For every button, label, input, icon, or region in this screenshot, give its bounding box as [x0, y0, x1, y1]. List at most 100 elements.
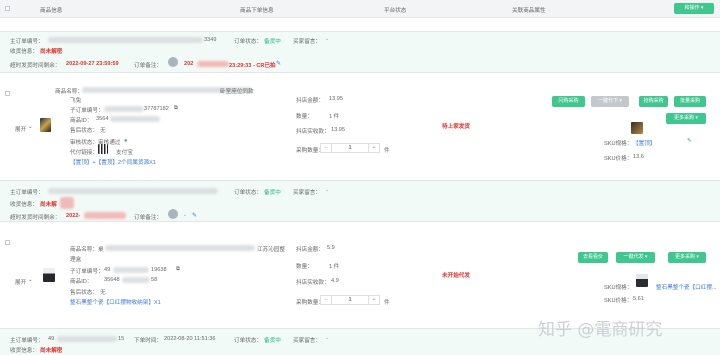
order-1-product-id-label: 商品ID：: [70, 118, 93, 124]
avatar: [168, 209, 178, 219]
sku-image: [636, 274, 648, 287]
order-1-sku-spec-label: SKU规格：: [604, 141, 633, 147]
order-1-expand-label[interactable]: 展开: [15, 125, 26, 133]
quantity-stepper[interactable]: − 1 +: [320, 295, 380, 305]
minus-icon[interactable]: −: [321, 144, 332, 152]
chevron-down-icon[interactable]: ⌄: [28, 277, 33, 283]
order-2-ship-status: 未开始代发: [442, 273, 470, 279]
header-platform-order: 商品下单信息: [240, 8, 274, 14]
plus-icon[interactable]: +: [368, 296, 379, 304]
order-1-buyer-message: -: [326, 37, 328, 43]
batch-purchase-button[interactable]: 批量采购: [674, 96, 706, 107]
header-product: 商品信息: [40, 8, 63, 14]
order-2-receipt-value: 尚未解: [40, 202, 57, 208]
info-icon: ●: [124, 138, 128, 144]
avatar: [168, 57, 178, 67]
edit-icon[interactable]: ✎: [687, 138, 692, 144]
view-price-button[interactable]: 去看看价: [578, 252, 608, 263]
order-1-checkbox[interactable]: [5, 91, 10, 96]
redacted-remark: [197, 61, 229, 67]
order-2-amount-value: 5.9: [327, 245, 335, 251]
order-3-main-order-prefix: 49: [48, 336, 55, 342]
order-1-remark-label: 订单备注：: [134, 63, 162, 69]
order-2-timeout-label: 超时发货时间剩余：: [10, 215, 61, 221]
one-click-ship-button[interactable]: 一键代发 ▾: [616, 252, 655, 263]
order-2-count-value: 1 件: [329, 264, 340, 270]
order-2-remark-value: -: [184, 213, 186, 219]
order-2-status-label: 订单状态：: [234, 190, 262, 196]
table-header: 商品信息 商品下单信息 平台状态 关联商品属性 和操作 ▾: [0, 0, 720, 18]
edit-icon[interactable]: ✎: [192, 212, 197, 219]
order-1-receipt-value: 尚未解密: [40, 49, 63, 55]
one-click-order-button[interactable]: 一键代下 ▾: [591, 96, 629, 107]
header-action-button[interactable]: 和操作 ▾: [674, 3, 714, 14]
order-1-main-order-label: 主订单编号：: [10, 39, 44, 45]
order-2-main-order-label: 主订单编号：: [10, 190, 44, 196]
order-1-status-label: 订单状态：: [234, 39, 262, 45]
order-2-sub-order-prefix: 49: [104, 267, 111, 273]
order-2-product-name-suffix: 江苏沁园整: [257, 247, 285, 253]
order-1-purchase-unit: 件: [384, 148, 390, 154]
qr-code-icon[interactable]: [98, 144, 108, 154]
order-2-expand-label[interactable]: 展开: [15, 278, 26, 286]
order-1-sku-price-value: 13.6: [633, 154, 644, 160]
minus-icon[interactable]: −: [321, 296, 332, 304]
order-3-main-order-label: 主订单编号：: [10, 338, 44, 344]
order-2-product-id-label: 商品ID：: [70, 279, 93, 285]
copy-icon[interactable]: ⧉: [176, 266, 180, 273]
order-2-product-name-prefix: 桌: [98, 247, 104, 253]
order-2-sku-spec-value: 整石黑整个瓷【口红摆...: [656, 285, 717, 291]
order-1-timeout-label: 超时发货时间剩余：: [10, 63, 61, 69]
redacted-product-name: [105, 245, 255, 251]
redacted-product-id: [110, 116, 160, 122]
rush-purchase-button[interactable]: 抢购采购: [639, 96, 668, 107]
order-2-product-name-label: 商品名称：: [70, 247, 98, 253]
quantity-stepper[interactable]: − 1 +: [320, 143, 380, 153]
order-1-amount-label: 抖店金额：: [296, 98, 324, 104]
flash-purchase-button[interactable]: 闪购采购: [552, 96, 585, 107]
product-image[interactable]: [40, 118, 51, 132]
sku-image: [631, 122, 643, 134]
order-3-status-label: 订单状态：: [234, 338, 262, 344]
order-1-buyer-message-label: 买家留言：: [293, 39, 321, 45]
order-1-receipt-label: 收货信息：: [10, 49, 38, 55]
order-1-count-label: 数量：: [296, 114, 313, 120]
redacted-product-id: [122, 277, 150, 283]
order-2-product-id-suffix: 58: [151, 277, 158, 283]
order-2-buyer-message-label: 买家留言：: [293, 190, 321, 196]
chevron-down-icon[interactable]: ⌄: [28, 124, 33, 130]
order-2-product-id-prefix: 35648: [104, 277, 120, 283]
order-1-after-sale-value: 无: [100, 128, 106, 134]
edit-icon[interactable]: ✎: [276, 60, 281, 67]
order-2-timeout-value: 2022-: [66, 213, 81, 219]
redacted-order-number: [57, 336, 117, 342]
order-1-remark-prefix: 202: [184, 61, 194, 67]
order-1-amount-value: 13.95: [329, 96, 343, 102]
order-2-checkbox[interactable]: [5, 240, 10, 245]
redacted-order-number: [48, 188, 218, 194]
quantity-value[interactable]: 1: [332, 144, 368, 152]
select-all-checkbox[interactable]: [5, 6, 10, 11]
order-2-sub-order-suffix: 19638: [151, 267, 167, 273]
order-2-paid-label: 抖店实收款：: [296, 280, 330, 286]
order-2-after-sale-label: 售后状态：: [70, 290, 98, 296]
order-2-product-name-line2: 理盒: [70, 257, 82, 263]
redacted-order-number: [48, 37, 203, 43]
order-2-purchase-unit: 件: [384, 300, 390, 306]
order-2-receipt-label: 收货信息：: [10, 202, 38, 208]
order-2-buyer-message: -: [326, 188, 328, 194]
order-1-sub-order-suffix: 37787182: [144, 106, 169, 112]
more-purchase-button[interactable]: 更多采购 ▾: [666, 113, 706, 124]
quantity-value[interactable]: 1: [332, 296, 368, 304]
copy-icon[interactable]: ⧉: [174, 105, 178, 112]
order-1-pay-value: 支付宝: [116, 150, 133, 156]
plus-icon[interactable]: +: [368, 144, 379, 152]
more-purchase-button[interactable]: 更多采购 ▾: [668, 252, 706, 263]
order-3-status: 备货中: [264, 338, 281, 344]
redacted-receipt: [60, 197, 74, 209]
order-1-sku-price-label: SKU价格：: [604, 156, 633, 162]
order-2-tags[interactable]: 整石黑整个瓷【口红摆物收纳架】X1: [70, 298, 161, 306]
order-1-tags[interactable]: 【置顶】+【置顶】2个同属货源X1: [70, 158, 156, 166]
product-image[interactable]: [43, 268, 55, 282]
redacted-sub-order: [104, 106, 144, 112]
